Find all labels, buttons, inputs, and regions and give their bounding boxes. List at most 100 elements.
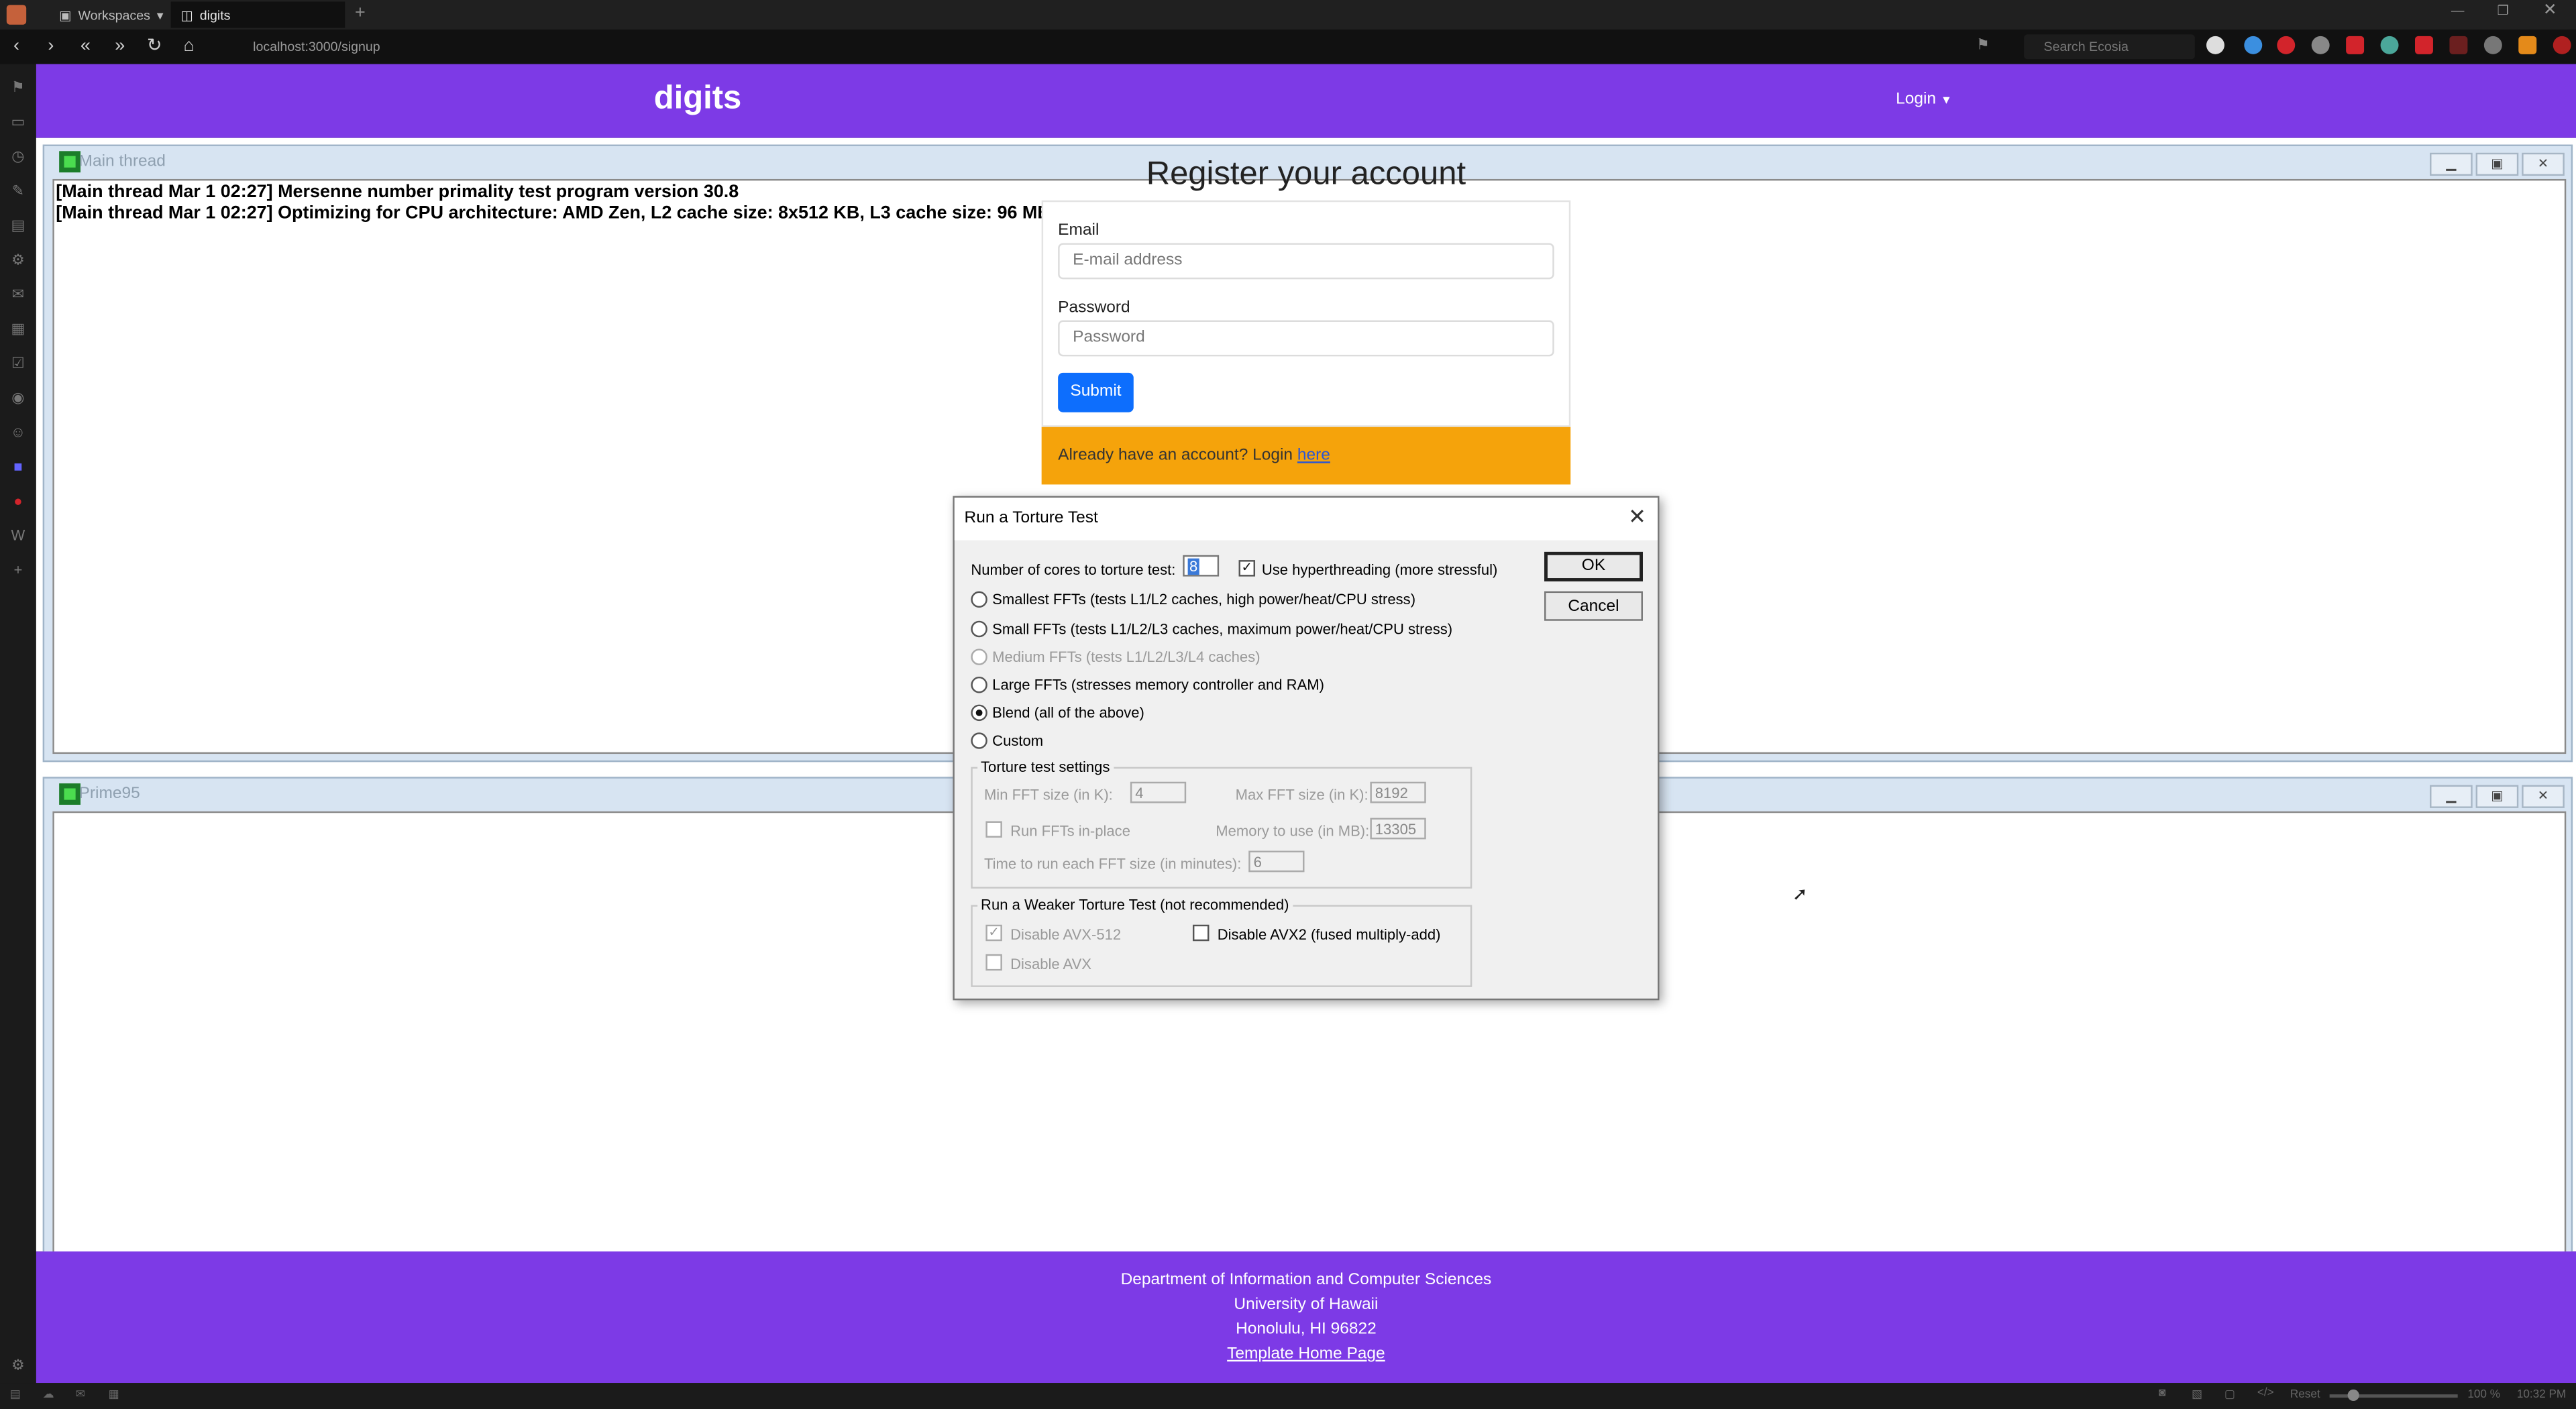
blend-radio[interactable]	[971, 704, 987, 722]
mastodon-icon[interactable]: ■	[8, 457, 28, 476]
mail-status-icon[interactable]: ✉	[76, 1388, 85, 1401]
wikipedia-icon[interactable]: W	[8, 526, 28, 545]
blend-label: Blend (all of the above)	[992, 704, 1144, 722]
extension-icon[interactable]	[2380, 36, 2399, 54]
disable-avx-label: Disable AVX	[1010, 956, 1092, 972]
close-button[interactable]: ✕	[2522, 152, 2565, 176]
dialog-titlebar[interactable]: Run a Torture Test ✕	[954, 498, 1658, 541]
custom-label: Custom	[992, 732, 1044, 749]
forward-icon[interactable]: ›	[40, 34, 62, 57]
custom-radio[interactable]	[971, 732, 987, 749]
tab-workspaces[interactable]: ▣ Workspaces ▾	[49, 1, 164, 27]
disable-avx512-checkbox: ✓	[985, 924, 1002, 942]
window-panel-icon[interactable]: ▤	[8, 215, 28, 235]
reading-list-icon[interactable]: ▭	[8, 112, 28, 131]
max-fft-label: Max FFT size (in K):	[1235, 787, 1368, 803]
extension-icon[interactable]	[2449, 36, 2468, 54]
min-fft-input: 4	[1130, 781, 1187, 803]
submit-button[interactable]: Submit	[1058, 372, 1134, 412]
profile-avatar[interactable]	[2206, 36, 2224, 54]
close-icon[interactable]: ✕	[1628, 504, 1646, 530]
login-menu-label: Login	[1896, 90, 1937, 109]
zoom-reset-button[interactable]: Reset	[2290, 1390, 2320, 1401]
capture-icon[interactable]: ◙	[2159, 1388, 2165, 1399]
rewind-icon[interactable]: «	[74, 34, 97, 57]
password-field[interactable]: Password	[1058, 320, 1554, 357]
large-ffts-radio[interactable]	[971, 676, 987, 693]
page-actions-icon[interactable]: </>	[2257, 1388, 2274, 1399]
mail-icon[interactable]: ✉	[8, 284, 28, 304]
footer-department: Department of Information and Computer S…	[1120, 1271, 1492, 1290]
tab-digits[interactable]: ◫ digits	[170, 1, 345, 28]
min-fft-label: Min FFT size (in K):	[983, 787, 1113, 803]
minimize-button[interactable]: ▁	[2430, 785, 2473, 808]
tab-label: digits	[199, 7, 231, 23]
translate-icon[interactable]: ⚙	[8, 249, 28, 269]
tab-strip: ▣ Workspaces ▾ ◫ digits + — ❐ ✕	[0, 0, 2576, 30]
extension-icon[interactable]	[2311, 36, 2330, 54]
settings-gear-icon[interactable]: ⚙	[8, 1355, 28, 1374]
vivaldi-web-panel-icon[interactable]: ●	[8, 491, 28, 510]
new-tab-button[interactable]: +	[355, 3, 366, 23]
log-line: [Main thread Mar 1 02:27] Mersenne numbe…	[56, 182, 739, 203]
small-ffts-radio[interactable]	[971, 620, 987, 638]
disable-avx2-label: Disable AVX2 (fused multiply-add)	[1217, 926, 1441, 943]
chevron-down-icon: ▾	[156, 7, 164, 23]
bookmark-icon[interactable]: ⚑	[1976, 36, 1990, 54]
smallest-ffts-radio[interactable]	[971, 591, 987, 608]
close-button[interactable]: ✕	[2522, 785, 2565, 808]
extension-icon[interactable]	[2553, 36, 2571, 54]
footer-link[interactable]: Template Home Page	[36, 1345, 2576, 1363]
large-ffts-label: Large FFTs (stresses memory controller a…	[992, 676, 1325, 693]
hyperthreading-checkbox[interactable]: ✓	[1238, 560, 1256, 577]
site-footer: Department of Information and Computer S…	[36, 1251, 2576, 1384]
sync-icon[interactable]: ☁	[43, 1388, 54, 1401]
workspaces-icon: ▣	[59, 7, 72, 23]
medium-ffts-label: Medium FFTs (tests L1/L2/L3/L4 caches)	[992, 649, 1260, 665]
ok-button[interactable]: OK	[1544, 551, 1643, 581]
calendar-status-icon[interactable]: ▦	[109, 1388, 119, 1401]
fast-forward-icon[interactable]: »	[109, 34, 131, 57]
calendar-icon[interactable]: ▦	[8, 319, 28, 338]
contacts-icon[interactable]: ☺	[8, 422, 28, 441]
window-restore-button[interactable]: ❐	[2497, 3, 2509, 18]
extension-icon[interactable]	[2277, 36, 2296, 54]
panel-toggle-icon[interactable]: ▤	[10, 1388, 21, 1401]
login-link[interactable]: here	[1297, 447, 1330, 465]
disable-avx2-checkbox[interactable]	[1192, 924, 1210, 942]
back-icon[interactable]: ‹	[5, 34, 28, 57]
feeds-icon[interactable]: ◉	[8, 388, 28, 407]
medium-ffts-radio	[971, 649, 987, 665]
extension-icon[interactable]	[2415, 36, 2433, 54]
maximize-button[interactable]: ▣	[2475, 785, 2519, 808]
home-icon[interactable]: ⌂	[177, 34, 200, 57]
login-dropdown[interactable]: Login ▼	[1896, 91, 1952, 109]
extension-icon[interactable]	[2483, 36, 2502, 54]
images-icon[interactable]: ▧	[2192, 1388, 2202, 1401]
extension-icon[interactable]	[2518, 36, 2537, 54]
url-field[interactable]: localhost:3000/signup	[210, 36, 2017, 58]
tasks-icon[interactable]: ☑	[8, 353, 28, 373]
prime95-icon	[59, 151, 81, 173]
history-icon[interactable]: ◷	[8, 146, 28, 166]
cores-input[interactable]: 8	[1183, 555, 1220, 577]
run-inplace-checkbox	[985, 821, 1002, 838]
window-minimize-button[interactable]: —	[2451, 3, 2465, 18]
bookmarks-panel-icon[interactable]: ⚑	[8, 77, 28, 97]
extension-icon[interactable]	[2346, 36, 2365, 54]
add-panel-icon[interactable]: +	[8, 560, 28, 579]
site-brand[interactable]: digits	[654, 80, 742, 118]
window-close-button[interactable]: ✕	[2543, 1, 2557, 19]
reload-icon[interactable]: ↻	[143, 34, 166, 57]
page-tiling-icon[interactable]: ▢	[2224, 1388, 2235, 1401]
cancel-button[interactable]: Cancel	[1544, 591, 1643, 621]
zoom-slider-handle[interactable]	[2347, 1389, 2359, 1401]
email-field[interactable]: E-mail address	[1058, 243, 1554, 280]
notes-icon[interactable]: ✎	[8, 180, 28, 200]
extension-icon[interactable]	[2244, 36, 2263, 54]
maximize-button[interactable]: ▣	[2475, 152, 2519, 176]
minimize-button[interactable]: ▁	[2430, 152, 2473, 176]
vivaldi-menu-icon[interactable]	[6, 5, 27, 25]
dialog-title: Run a Torture Test	[964, 509, 1098, 528]
search-input[interactable]: Search Ecosia	[2024, 34, 2195, 60]
